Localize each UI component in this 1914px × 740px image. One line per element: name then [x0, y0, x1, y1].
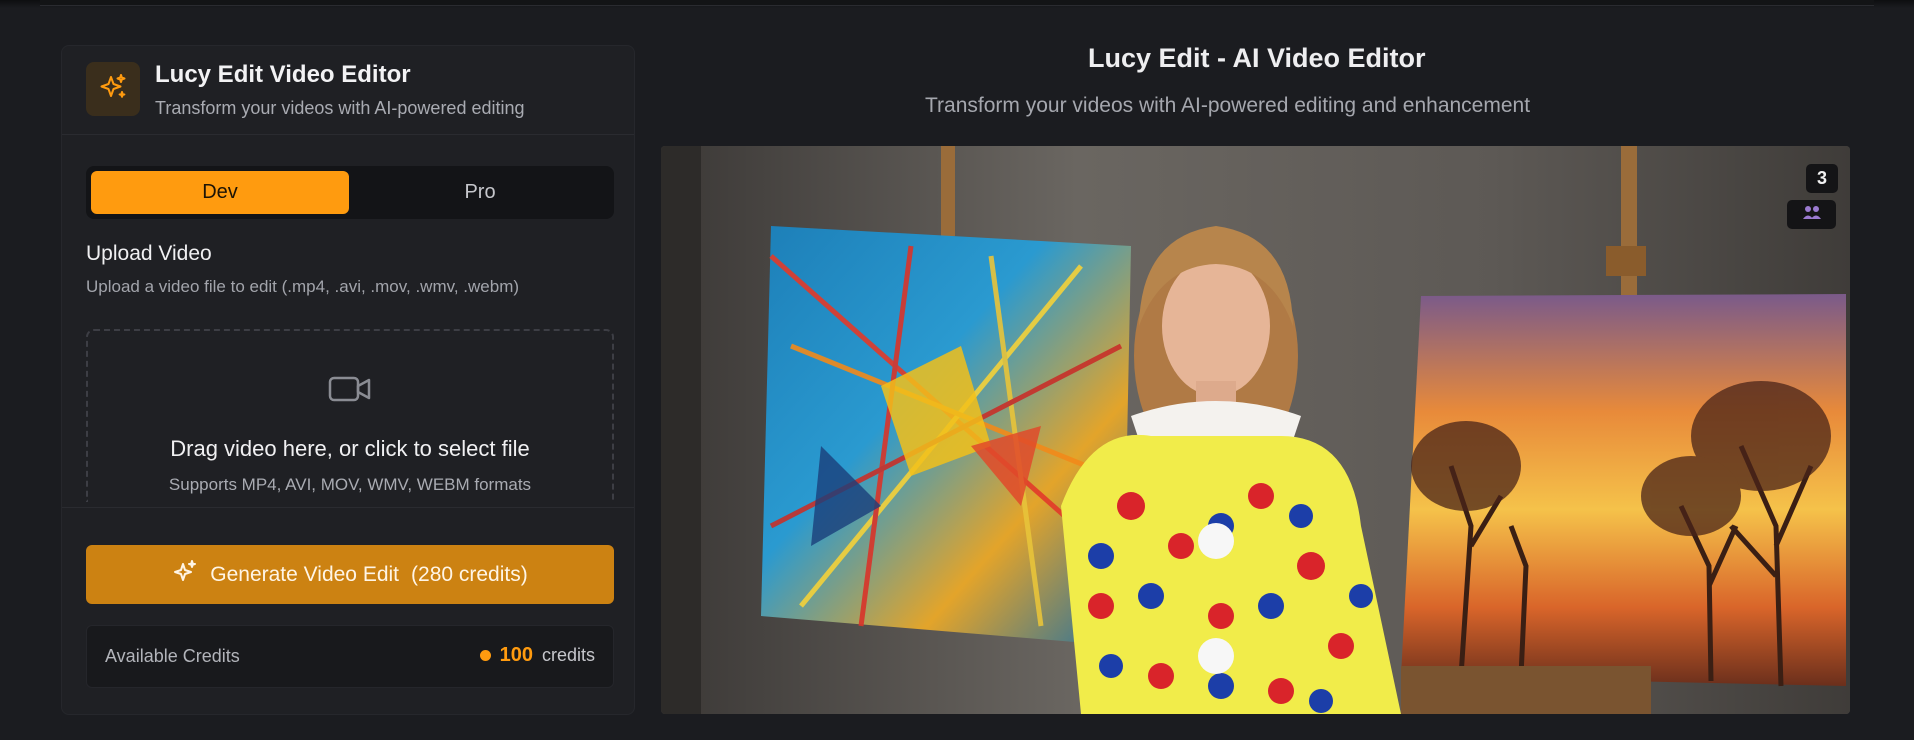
generate-button-cost: (280 credits) [411, 562, 528, 586]
users-badge[interactable] [1787, 200, 1836, 229]
upload-section-title: Upload Video [86, 242, 212, 265]
dropzone-hint: Supports MP4, AVI, MOV, WMV, WEBM format… [168, 475, 532, 494]
generate-button-label: Generate Video Edit [210, 562, 400, 586]
video-count-badge: 3 [1806, 164, 1838, 193]
video-dropzone[interactable]: Drag video here, or click to select file… [86, 329, 614, 502]
credits-value: 100 [499, 644, 533, 666]
tab-dev[interactable]: Dev [91, 171, 349, 214]
sidebar-header: Lucy Edit Video Editor Transform your vi… [62, 46, 634, 135]
app-subtitle: Transform your videos with AI-powered ed… [155, 98, 525, 118]
page-title: Lucy Edit - AI Video Editor [1088, 43, 1426, 73]
dropzone-title: Drag video here, or click to select file [170, 436, 530, 461]
video-frame-illustration [661, 146, 1850, 714]
sidebar-divider [62, 507, 634, 508]
model-tier-toggle: Dev Pro [86, 166, 614, 219]
page-subtitle: Transform your videos with AI-powered ed… [925, 94, 1531, 117]
upload-section-description: Upload a video file to edit (.mp4, .avi,… [86, 277, 520, 296]
app-title: Lucy Edit Video Editor [155, 61, 411, 88]
video-camera-icon [328, 374, 372, 409]
sparkles-icon [172, 559, 198, 591]
top-border [0, 0, 1914, 8]
tab-pro[interactable]: Pro [351, 171, 609, 214]
credits-balance: 100 credits [479, 644, 595, 667]
video-preview[interactable]: 3 [661, 146, 1850, 714]
sparkles-icon [98, 72, 128, 107]
generate-video-edit-button[interactable]: Generate Video Edit (280 credits) [86, 545, 614, 604]
credits-panel: Available Credits 100 credits [86, 625, 614, 688]
credits-dot-icon [479, 650, 491, 661]
users-icon [1802, 204, 1822, 225]
credits-unit: credits [541, 645, 595, 665]
app-logo [86, 62, 140, 116]
editor-sidebar: Lucy Edit Video Editor Transform your vi… [61, 45, 635, 715]
credits-label: Available Credits [105, 646, 240, 666]
